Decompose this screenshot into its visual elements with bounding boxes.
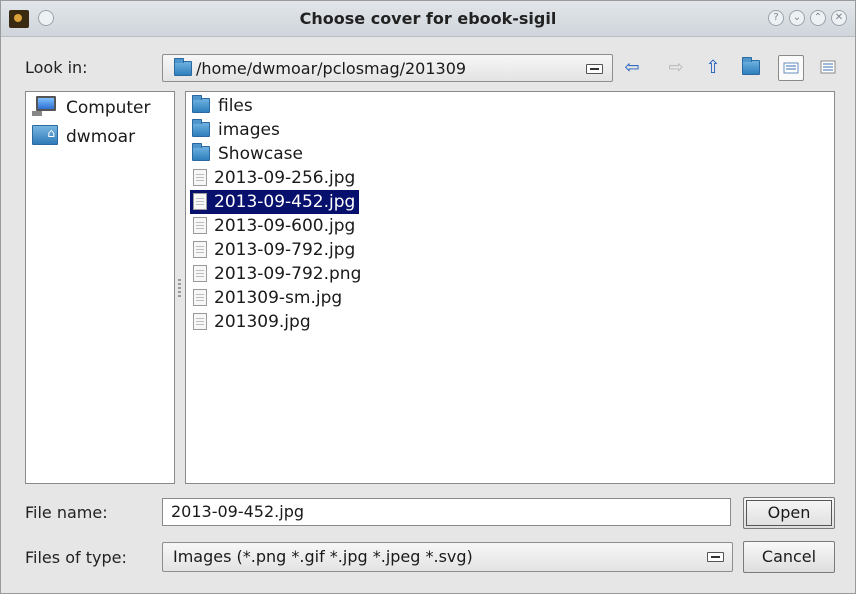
folder-icon — [192, 95, 210, 113]
list-item-name: files — [218, 96, 253, 116]
list-item-file[interactable]: 2013-09-600.jpg — [190, 214, 359, 238]
window-title: Choose cover for ebook-sigil — [299, 9, 557, 28]
help-icon[interactable]: ? — [768, 10, 784, 26]
folder-icon — [174, 58, 192, 76]
file-type-combobox[interactable]: Images (*.png *.gif *.jpg *.jpeg *.svg) — [162, 542, 733, 572]
file-list[interactable]: files images Showcase 2013-09-256.jpg 20… — [185, 91, 835, 484]
home-folder-icon — [32, 121, 58, 145]
look-in-label: Look in: — [25, 58, 88, 77]
sidebar-item-computer[interactable]: Computer — [32, 96, 151, 120]
back-arrow-icon[interactable]: ⇦ — [621, 57, 643, 79]
maximize-icon[interactable]: ⌃ — [810, 10, 826, 26]
list-view-icon — [783, 62, 799, 74]
list-item-file[interactable]: 201309-sm.jpg — [190, 286, 346, 310]
combo-arrow-icon[interactable] — [707, 552, 724, 562]
detail-view-button[interactable] — [816, 55, 842, 81]
computer-icon — [32, 96, 58, 116]
list-item-name: 2013-09-452.jpg — [214, 192, 356, 212]
list-item-folder[interactable]: Showcase — [190, 142, 307, 166]
close-icon[interactable]: ✕ — [831, 10, 847, 26]
up-arrow-icon[interactable]: ⇧ — [702, 57, 724, 79]
list-view-button[interactable] — [778, 55, 804, 81]
file-type-value: Images (*.png *.gif *.jpg *.jpeg *.svg) — [173, 547, 473, 566]
list-item-name: 2013-09-600.jpg — [214, 216, 356, 236]
minimize-icon[interactable]: ⌄ — [789, 10, 805, 26]
combo-arrow-icon[interactable] — [586, 64, 603, 74]
folder-icon — [192, 143, 210, 161]
image-file-icon — [193, 313, 207, 330]
list-item-name: 2013-09-792.jpg — [214, 240, 356, 260]
sidebar-item-label: dwmoar — [66, 127, 136, 147]
image-file-icon — [193, 241, 207, 258]
forward-arrow-icon[interactable]: ⇨ — [665, 57, 687, 79]
file-type-label: Files of type: — [25, 548, 127, 567]
list-item-folder[interactable]: images — [190, 118, 284, 142]
image-file-icon — [193, 289, 207, 306]
file-name-label: File name: — [25, 503, 108, 522]
cancel-button[interactable]: Cancel — [743, 541, 835, 573]
look-in-path-text: /home/dwmoar/pclosmag/201309 — [196, 59, 467, 78]
sidebar-item-label: Computer — [66, 98, 151, 118]
file-name-input[interactable]: 2013-09-452.jpg — [162, 498, 731, 526]
look-in-path: /home/dwmoar/pclosmag/201309 — [174, 58, 467, 78]
image-file-icon — [193, 265, 207, 282]
image-file-icon — [193, 169, 207, 186]
open-button[interactable]: Open — [743, 497, 835, 529]
places-sidebar: Computer dwmoar — [25, 91, 175, 484]
detail-view-icon — [820, 60, 836, 74]
folder-icon — [192, 119, 210, 137]
file-dialog-window: Choose cover for ebook-sigil ? ⌄ ⌃ ✕ Loo… — [0, 0, 856, 594]
list-item-file-selected[interactable]: 2013-09-452.jpg — [190, 190, 360, 214]
image-file-icon — [193, 193, 207, 210]
look-in-combobox[interactable]: /home/dwmoar/pclosmag/201309 — [162, 54, 613, 82]
list-item-name: 201309.jpg — [214, 312, 311, 332]
list-item-name: 2013-09-256.jpg — [214, 168, 356, 188]
list-item-file[interactable]: 201309.jpg — [190, 310, 315, 334]
image-file-icon — [193, 217, 207, 234]
list-item-name: 2013-09-792.png — [214, 264, 362, 284]
splitter-handle[interactable] — [178, 279, 181, 297]
list-item-name: images — [218, 120, 280, 140]
file-name-value: 2013-09-452.jpg — [171, 502, 305, 521]
list-item-file[interactable]: 2013-09-792.png — [190, 262, 365, 286]
title-bar: Choose cover for ebook-sigil ? ⌄ ⌃ ✕ — [1, 1, 855, 37]
new-folder-button[interactable] — [740, 57, 762, 79]
list-item-file[interactable]: 2013-09-792.jpg — [190, 238, 359, 262]
list-item-name: Showcase — [218, 144, 303, 164]
list-item-file[interactable]: 2013-09-256.jpg — [190, 166, 359, 190]
new-folder-icon — [742, 57, 760, 75]
list-item-folder[interactable]: files — [190, 94, 257, 118]
sidebar-item-dwmoar[interactable]: dwmoar — [32, 121, 136, 149]
list-item-name: 201309-sm.jpg — [214, 288, 343, 308]
